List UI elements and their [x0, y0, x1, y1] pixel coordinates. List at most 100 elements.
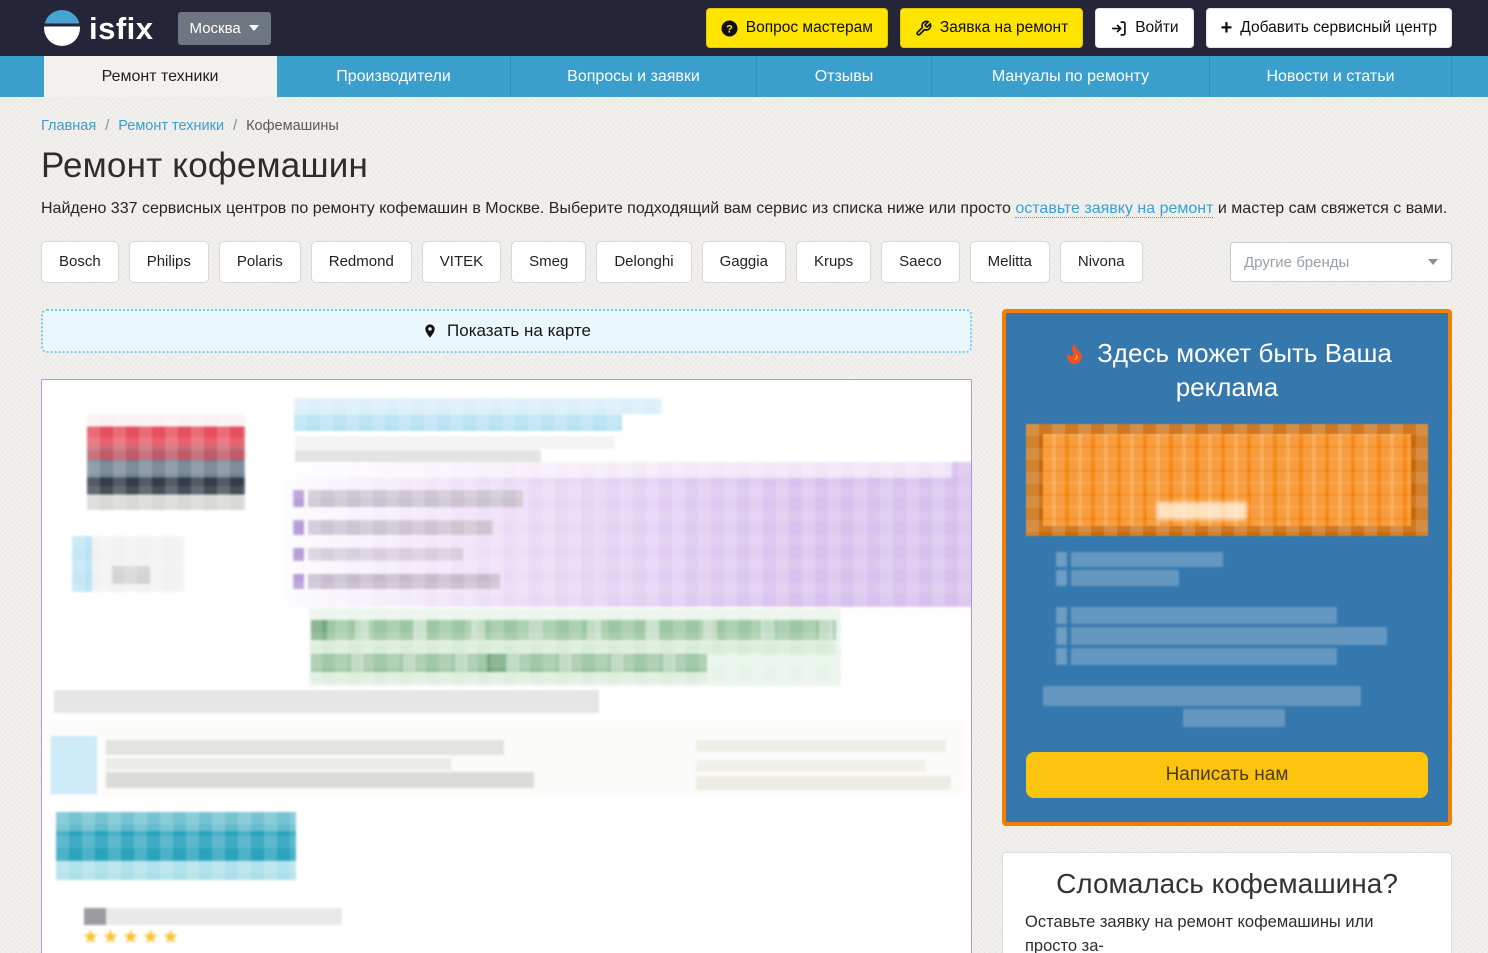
- intro-before: Найдено 337 сервисных центров по ремонту…: [41, 200, 1015, 217]
- request-box-text: Оставьте заявку на ремонт кофемашины или…: [1025, 911, 1429, 953]
- breadcrumb-repair[interactable]: Ремонт техники: [118, 118, 224, 134]
- request-box-title: Сломалась кофемашина?: [1025, 868, 1429, 900]
- blurred-cell: [1157, 502, 1247, 520]
- brand-button-gaggia[interactable]: Gaggia: [702, 241, 786, 283]
- service-listing-card: ★★★★★: [41, 379, 972, 953]
- chevron-down-icon: [249, 25, 259, 31]
- blurred-text-band: [54, 690, 599, 713]
- blurred-list-line: [308, 490, 523, 507]
- login-icon: [1110, 20, 1127, 37]
- tab-manufacturers[interactable]: Производители: [277, 56, 511, 97]
- blurred-advert-text: [1026, 552, 1428, 727]
- add-service-center-label: Добавить сервисный центр: [1240, 19, 1437, 37]
- wrench-icon: [915, 20, 932, 37]
- page-title: Ремонт кофемашин: [41, 146, 1452, 186]
- top-bar: isfix Москва ? Вопрос мастерам Заявка на…: [0, 0, 1488, 56]
- blurred-highlight-strip: [282, 462, 952, 478]
- blurred-company-title-line: [294, 414, 622, 431]
- city-label: Москва: [190, 20, 241, 37]
- blurred-text-line: [696, 760, 926, 772]
- blurred-company-logo: [87, 414, 245, 510]
- advert-title-line2: реклама: [1026, 371, 1428, 405]
- blurred-cell: [51, 736, 97, 794]
- tab-repair[interactable]: Ремонт техники: [44, 56, 277, 97]
- blurred-green-line: [311, 654, 707, 672]
- advert-title: Здесь может быть Ваша реклама: [1026, 337, 1428, 405]
- blurred-list-line: [308, 548, 463, 561]
- add-service-center-button[interactable]: + Добавить сервисный центр: [1206, 8, 1452, 48]
- blurred-text-line: [295, 436, 615, 449]
- question-circle-icon: ?: [721, 20, 738, 37]
- brand-button-saeco[interactable]: Saeco: [881, 241, 960, 283]
- brand-filter-row: Bosch Philips Polaris Redmond VITEK Smeg…: [41, 241, 1452, 283]
- brand-button-melitta[interactable]: Melitta: [970, 241, 1050, 283]
- plus-icon: +: [1221, 18, 1233, 38]
- main-nav: Ремонт техники Производители Вопросы и з…: [0, 56, 1488, 97]
- other-brands-select[interactable]: Другие бренды: [1230, 242, 1452, 282]
- blurred-cell: [112, 566, 150, 584]
- leave-request-link[interactable]: оставьте заявку на ремонт: [1015, 200, 1213, 218]
- brand-button-vitek[interactable]: VITEK: [422, 241, 501, 283]
- page: isfix Москва ? Вопрос мастерам Заявка на…: [0, 0, 1488, 953]
- blurred-text-line: [106, 740, 504, 755]
- show-on-map-button[interactable]: Показать на карте: [41, 309, 972, 353]
- blurred-text-line: [696, 740, 946, 752]
- blurred-green-line: [311, 640, 836, 654]
- breadcrumb-separator: /: [233, 118, 237, 134]
- brand-button-smeg[interactable]: Smeg: [511, 241, 586, 283]
- ask-masters-label: Вопрос мастерам: [746, 19, 873, 37]
- show-on-map-label: Показать на карте: [447, 321, 591, 341]
- repair-request-label: Заявка на ремонт: [940, 19, 1068, 37]
- logo-icon: [44, 10, 80, 46]
- request-box: Сломалась кофемашина? Оставьте заявку на…: [1002, 852, 1452, 953]
- rating-stars: ★★★★★: [82, 926, 182, 949]
- breadcrumb-separator: /: [105, 118, 109, 134]
- tab-questions[interactable]: Вопросы и заявки: [511, 56, 757, 97]
- brand-button-redmond[interactable]: Redmond: [311, 241, 412, 283]
- breadcrumb-current: Кофемашины: [246, 118, 339, 134]
- logo[interactable]: isfix: [44, 10, 154, 46]
- brand-button-bosch[interactable]: Bosch: [41, 241, 119, 283]
- blurred-green-block: [309, 608, 841, 686]
- map-pin-icon: [422, 321, 438, 341]
- tab-reviews[interactable]: Отзывы: [757, 56, 932, 97]
- blurred-company-title-line: [294, 398, 662, 414]
- blurred-green-line: [311, 672, 707, 684]
- breadcrumb-home[interactable]: Главная: [41, 118, 96, 134]
- city-selector[interactable]: Москва: [178, 12, 271, 45]
- brand-button-philips[interactable]: Philips: [129, 241, 209, 283]
- repair-request-button[interactable]: Заявка на ремонт: [900, 8, 1083, 48]
- blurred-advert-banner: [1026, 424, 1428, 536]
- blurred-list-line: [308, 574, 500, 589]
- request-text-line: Оставьте заявку на ремонт кофемашины или…: [1025, 911, 1429, 953]
- advert-title-line1: Здесь может быть Ваша: [1097, 337, 1392, 371]
- svg-text:?: ?: [726, 23, 733, 35]
- blurred-side-block: [72, 536, 184, 592]
- intro-after: и мастер сам свяжется с вами.: [1213, 200, 1447, 217]
- ask-masters-button[interactable]: ? Вопрос мастерам: [706, 8, 888, 48]
- login-label: Войти: [1135, 19, 1178, 37]
- blurred-list-line: [308, 520, 493, 535]
- brand-button-polaris[interactable]: Polaris: [219, 241, 301, 283]
- logo-text: isfix: [89, 13, 154, 44]
- advert-box: Здесь может быть Ваша реклама: [1002, 309, 1452, 826]
- chevron-down-icon: [1428, 259, 1438, 265]
- blurred-text-line: [1071, 570, 1179, 586]
- brand-button-nivona[interactable]: Nivona: [1060, 241, 1143, 283]
- blurred-action-block: [56, 812, 296, 880]
- blurred-text-line: [106, 772, 534, 788]
- intro-text: Найдено 337 сервисных центров по ремонту…: [41, 200, 1452, 218]
- breadcrumb: Главная / Ремонт техники / Кофемашины: [41, 118, 1452, 134]
- blurred-text-line: [84, 908, 342, 925]
- brand-button-krups[interactable]: Krups: [796, 241, 871, 283]
- flame-icon: [1062, 341, 1087, 366]
- tab-manuals[interactable]: Мануалы по ремонту: [932, 56, 1210, 97]
- login-button[interactable]: Войти: [1095, 8, 1193, 48]
- blurred-text-line: [1071, 552, 1223, 567]
- blurred-green-line: [311, 620, 836, 640]
- blurred-text-line: [1183, 709, 1285, 727]
- write-to-us-button[interactable]: Написать нам: [1026, 752, 1428, 798]
- blurred-details-block: [48, 720, 964, 796]
- tab-news[interactable]: Новости и статьи: [1210, 56, 1452, 97]
- brand-button-delonghi[interactable]: Delonghi: [596, 241, 691, 283]
